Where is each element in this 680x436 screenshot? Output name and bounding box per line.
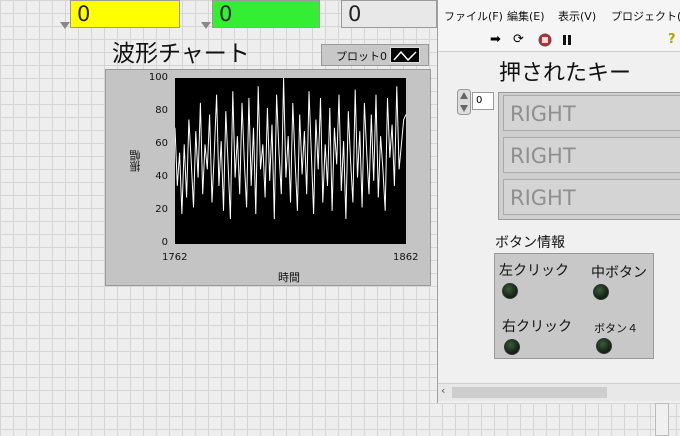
menu-bar: ファイル(F) 編集(E) 表示(V) プロジェクト(P) [438,0,680,30]
led-left-click-icon[interactable] [502,283,518,299]
abort-icon[interactable] [538,32,552,52]
run-arrow-icon[interactable]: ➡ [490,32,501,48]
series-line-0 [175,78,406,220]
indicator-yellow-arrow-icon [60,22,70,29]
x-tick: 1862 [393,252,419,263]
led-button4-icon[interactable] [596,338,612,354]
button-info-title: ボタン情報 [495,235,565,251]
led-middle-button-icon[interactable] [593,284,609,300]
led-label-left-click: 左クリック [499,263,569,279]
toolbar: ➡ ⟳ ? [438,30,680,52]
run-continuous-icon[interactable]: ⟳ [513,32,524,48]
x-tick: 1762 [162,252,188,263]
y-tick: 60 [155,138,168,149]
array-index-field[interactable]: 0 [472,92,494,110]
front-panel-window: ファイル(F) 編集(E) 表示(V) プロジェクト(P) ➡ ⟳ ? 押された… [437,0,680,403]
legend-line-icon [390,47,420,63]
scroll-left-icon[interactable]: ‹ [441,384,445,397]
help-icon[interactable]: ? [668,32,676,48]
plot-legend[interactable]: プロット0 [321,44,429,66]
chart-title: 波形チャート [112,41,250,67]
y-tick: 20 [155,204,168,215]
led-label-button4: ボタン４ [594,322,638,335]
menu-file[interactable]: ファイル(F) [444,8,503,24]
indicator-gray: 0 [341,0,437,28]
index-spinner-icon[interactable] [457,89,471,115]
menu-edit[interactable]: 編集(E) [507,8,545,24]
button-info-cluster: 左クリック 中ボタン 右クリック ボタン４ [494,253,654,359]
pause-icon[interactable] [561,32,573,52]
led-label-middle-button: 中ボタン [591,265,647,281]
led-right-click-icon[interactable] [504,339,520,355]
y-tick: 100 [148,72,168,83]
key-element: RIGHT [503,137,680,173]
key-element: RIGHT [503,179,680,215]
vertical-scrollbar[interactable] [655,403,669,436]
key-element: RIGHT [503,95,680,131]
horizontal-scroll-thumb[interactable] [452,387,607,398]
y-axis-label: 振幅 [129,150,142,172]
x-axis-label: 時間 [278,271,300,284]
indicator-green: 0 [212,0,320,28]
led-label-right-click: 右クリック [502,319,572,335]
menu-project[interactable]: プロジェクト(P) [611,8,680,24]
legend-label: プロット0 [336,50,387,63]
pressed-keys-title: 押されたキー [499,61,632,86]
y-tick: 0 [161,237,168,248]
keys-array: RIGHT RIGHT RIGHT [498,92,680,220]
horizontal-scrollbar[interactable]: ‹ [438,383,680,401]
plot-area [175,78,406,244]
indicator-green-arrow-icon [201,22,211,29]
indicator-yellow: 0 [70,0,180,28]
y-tick: 40 [155,171,168,182]
y-tick: 80 [155,105,168,116]
menu-view[interactable]: 表示(V) [558,8,596,24]
